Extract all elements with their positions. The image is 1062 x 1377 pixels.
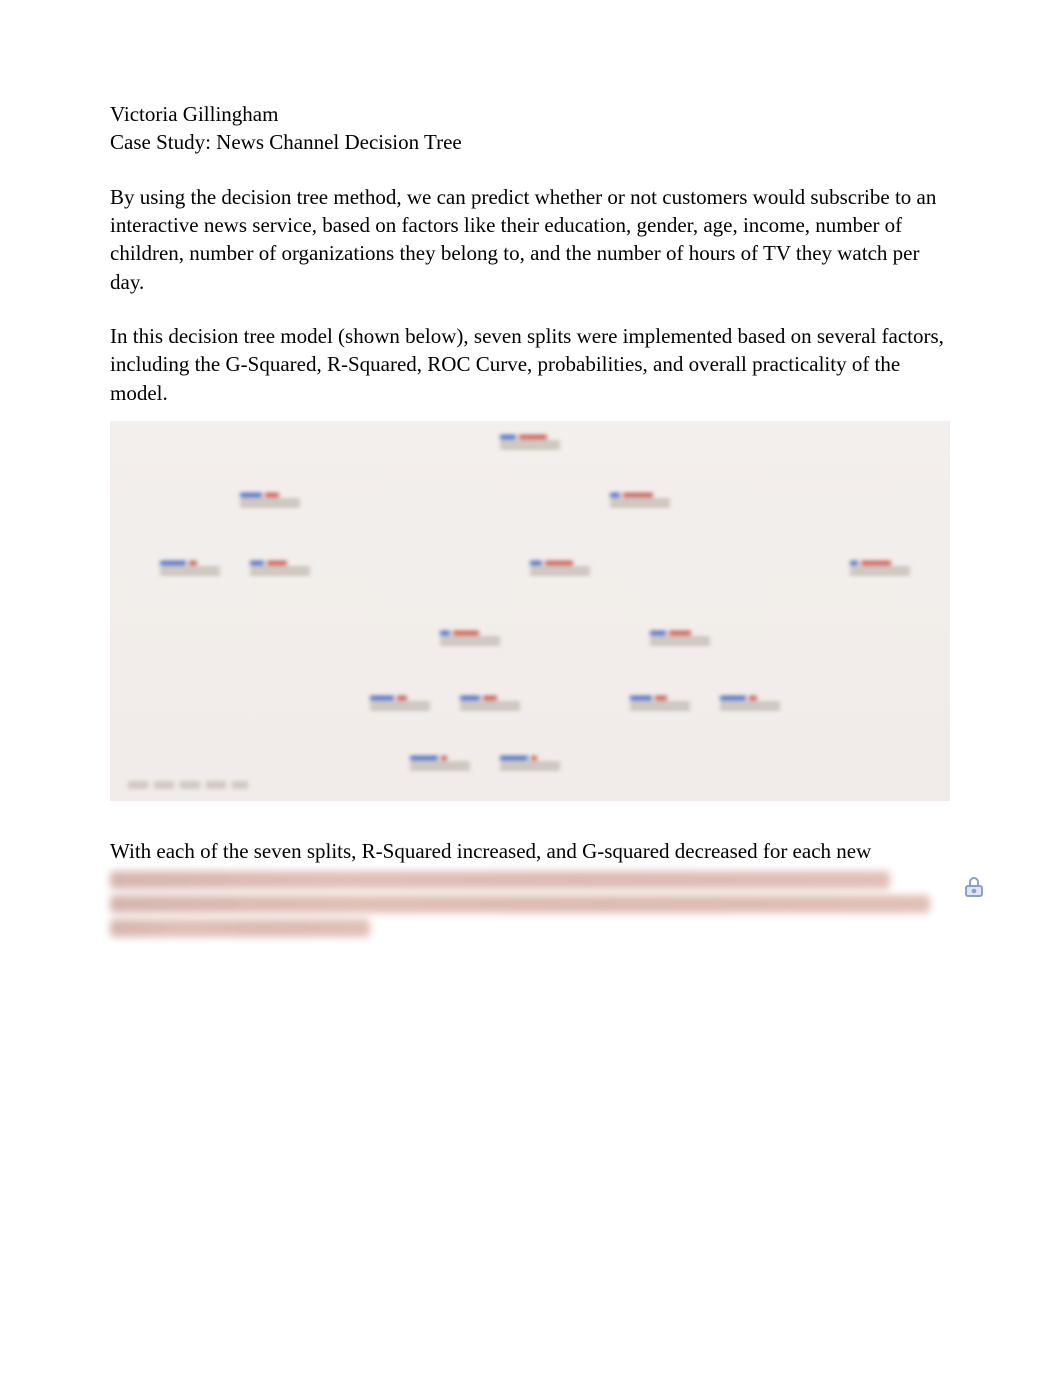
paragraph-2: In this decision tree model (shown below… xyxy=(110,322,952,407)
author-line: Victoria Gillingham xyxy=(110,100,952,128)
paragraph-1: By using the decision tree method, we ca… xyxy=(110,183,952,296)
document-page: Victoria Gillingham Case Study: News Cha… xyxy=(0,0,1062,1003)
redacted-text-block xyxy=(110,871,952,937)
paragraph-3: With each of the seven splits, R-Squared… xyxy=(110,837,952,865)
redacted-line xyxy=(110,895,930,913)
redacted-line xyxy=(110,871,890,889)
redacted-line xyxy=(110,919,370,937)
figure-caption-blur xyxy=(128,781,248,789)
lock-icon xyxy=(960,873,988,901)
decision-tree-figure xyxy=(110,421,950,801)
document-title: Case Study: News Channel Decision Tree xyxy=(110,128,952,156)
